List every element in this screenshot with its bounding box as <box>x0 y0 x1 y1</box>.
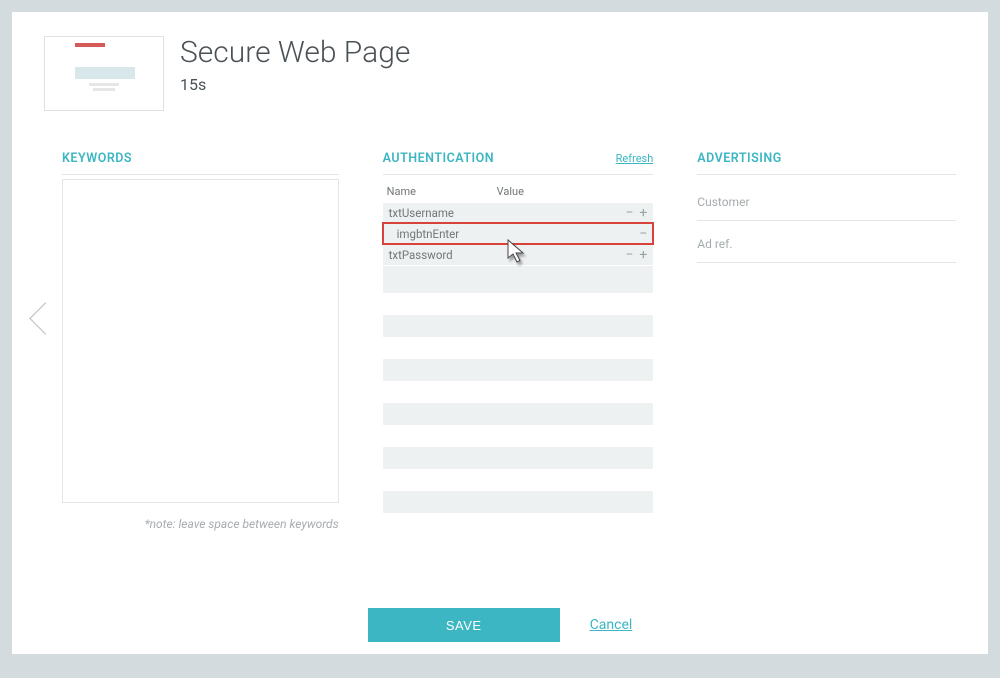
col-value-header: Value <box>497 185 650 198</box>
keywords-note: *note: leave space between keywords <box>62 517 339 531</box>
minus-icon[interactable]: − <box>625 248 633 262</box>
auth-title: AUTHENTICATION <box>383 151 494 166</box>
auth-row-name: txtPassword <box>389 248 493 262</box>
advertising-field[interactable]: Customer <box>697 179 956 221</box>
title-block: Secure Web Page 15s <box>180 36 410 94</box>
plus-icon[interactable]: + <box>639 206 647 220</box>
auth-empty-row <box>383 265 654 293</box>
auth-row[interactable]: imgbtnEnter − <box>383 223 654 244</box>
auth-row[interactable]: txtPassword −+ <box>383 244 654 265</box>
auth-table: Name Value txtUsername−+imgbtnEnter−txtP… <box>383 179 654 293</box>
advertising-title: ADVERTISING <box>697 151 956 175</box>
placeholder-row <box>383 447 654 469</box>
placeholder-row <box>383 315 654 337</box>
auth-row-name: imgbtnEnter <box>397 227 501 241</box>
row-actions: −+ <box>625 206 647 220</box>
col-name-header: Name <box>387 185 497 198</box>
auth-row-name: txtUsername <box>389 206 493 220</box>
auth-table-header: Name Value <box>383 179 654 202</box>
header: Secure Web Page 15s <box>44 36 956 111</box>
keywords-section: KEYWORDS *note: leave space between keyw… <box>62 151 339 531</box>
advertising-section: ADVERTISING Customer Ad ref. <box>697 151 956 531</box>
row-actions: −+ <box>625 248 647 262</box>
keywords-input[interactable] <box>62 179 339 503</box>
placeholder-row <box>383 403 654 425</box>
chevron-left-icon[interactable] <box>30 297 52 341</box>
cancel-link[interactable]: Cancel <box>590 617 633 633</box>
row-actions: − <box>639 227 647 241</box>
keywords-title: KEYWORDS <box>62 151 339 175</box>
auth-placeholders <box>383 315 654 513</box>
footer: SAVE Cancel <box>12 608 988 642</box>
placeholder-row <box>383 491 654 513</box>
save-button[interactable]: SAVE <box>368 608 560 642</box>
minus-icon[interactable]: − <box>639 227 647 241</box>
advertising-field-label: Customer <box>697 195 749 209</box>
duration-label: 15s <box>180 75 410 94</box>
advertising-field[interactable]: Ad ref. <box>697 221 956 263</box>
settings-panel: Secure Web Page 15s KEYWORDS *note: leav… <box>12 12 988 654</box>
authentication-section: AUTHENTICATION Refresh Name Value txtUse… <box>383 151 654 531</box>
refresh-link[interactable]: Refresh <box>616 152 654 165</box>
placeholder-row <box>383 359 654 381</box>
columns: KEYWORDS *note: leave space between keyw… <box>44 151 956 531</box>
advertising-field-label: Ad ref. <box>697 237 732 251</box>
plus-icon[interactable]: + <box>639 248 647 262</box>
page-thumbnail[interactable] <box>44 36 164 111</box>
auth-row[interactable]: txtUsername −+ <box>383 202 654 223</box>
page-title: Secure Web Page <box>180 36 410 69</box>
minus-icon[interactable]: − <box>625 206 633 220</box>
